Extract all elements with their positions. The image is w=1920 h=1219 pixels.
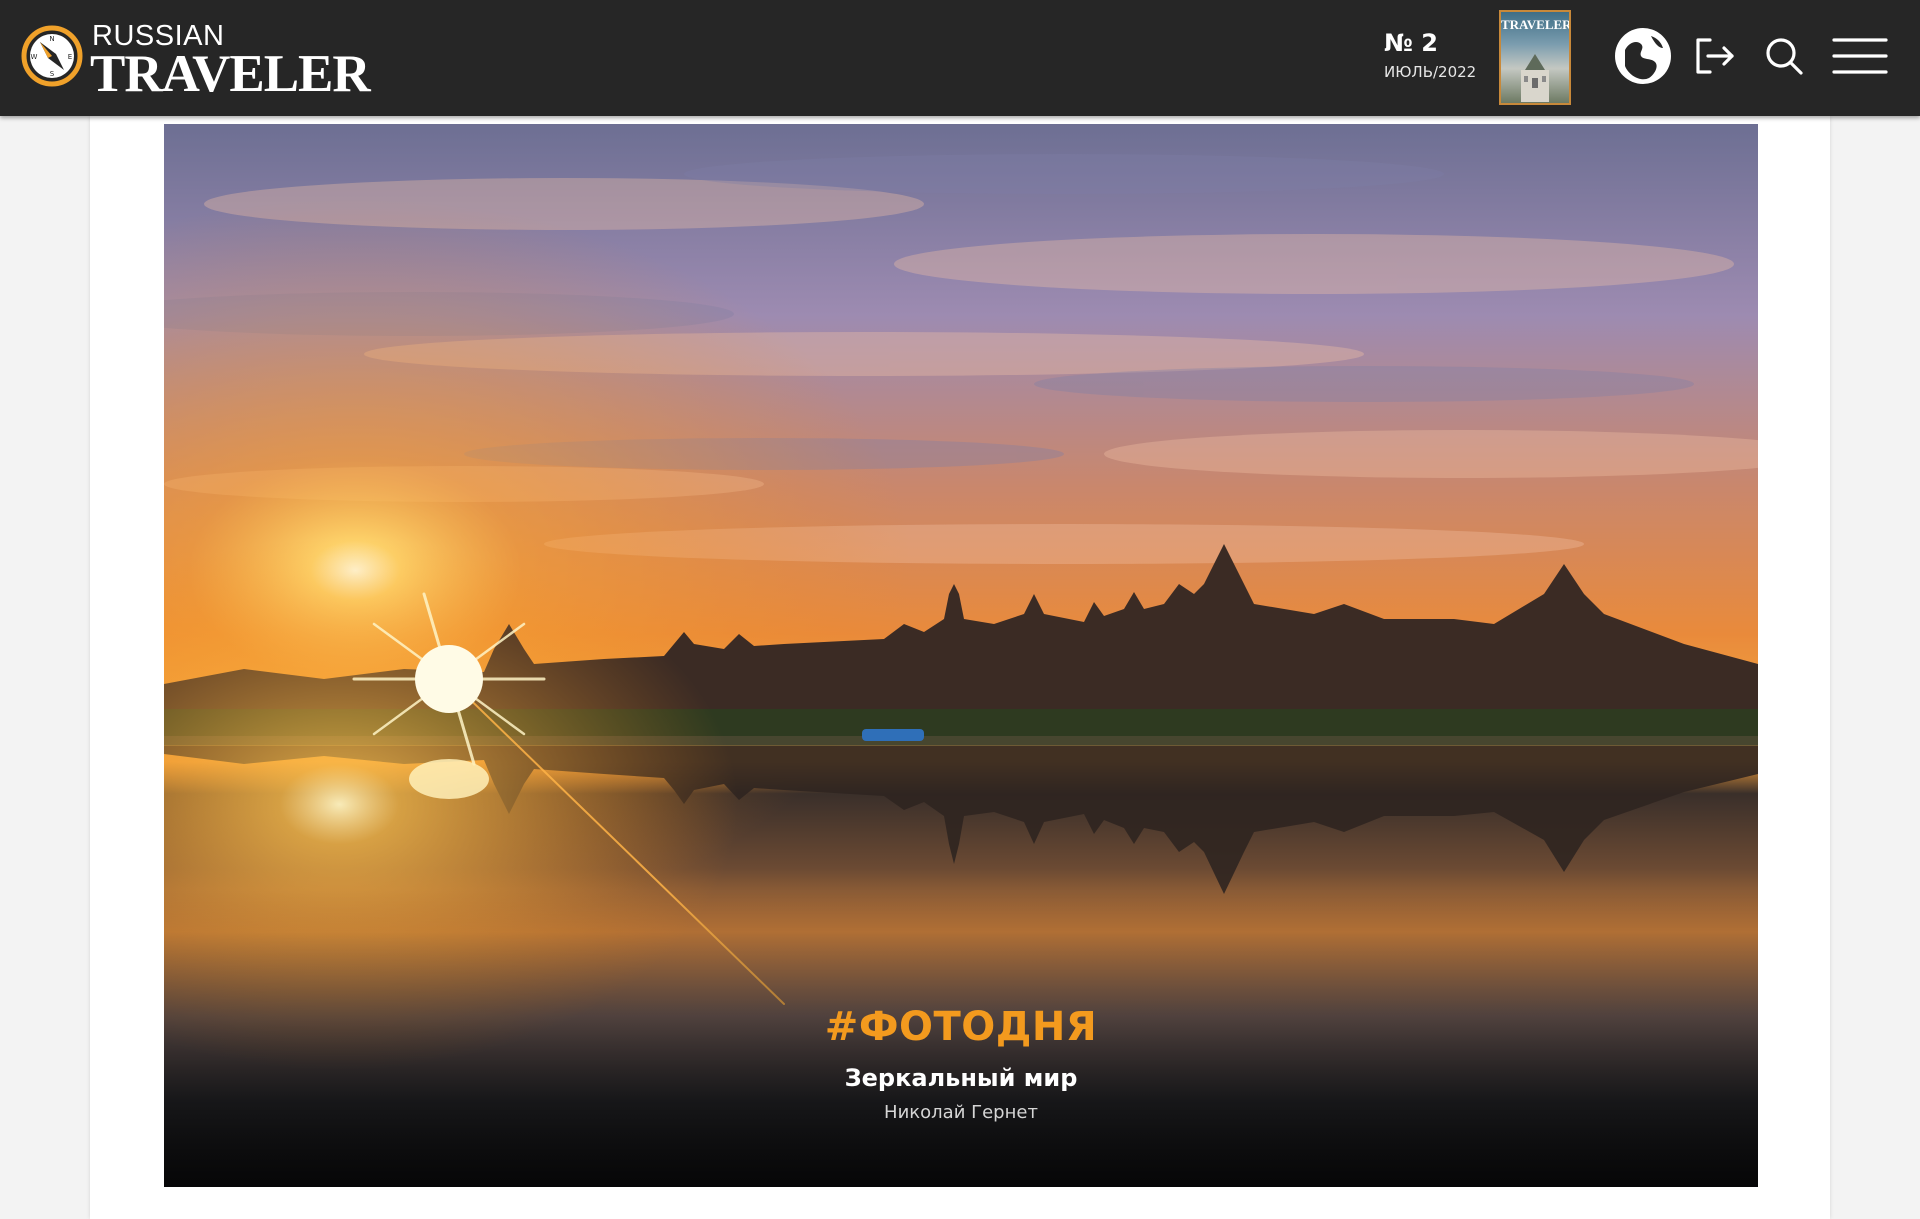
svg-text:E: E [68,53,72,61]
compass-logo-icon: N S W E [21,25,83,87]
cover-title: TRAVELER [1501,17,1571,32]
club-globe-icon[interactable] [1611,24,1675,88]
hamburger-menu-icon[interactable] [1826,24,1890,88]
svg-text:W: W [31,53,38,61]
page: N S W E RUSSIAN TRAVELER № 2 ИЮЛЬ/2022 T… [0,0,1920,1219]
logo-text-traveler: TRAVELER [90,45,371,103]
current-issue[interactable]: № 2 ИЮЛЬ/2022 [1384,28,1494,82]
svg-text:N: N [49,35,54,43]
photo-author: Николай Гернет [884,1102,1038,1123]
login-icon[interactable] [1682,24,1746,88]
photo-of-the-day-banner[interactable]: #ФОТОДНЯ Зеркальный мир Николай Гернет [164,124,1758,1187]
issue-number: № 2 [1384,29,1438,57]
cover-church-image [1521,54,1549,102]
search-icon[interactable] [1752,24,1816,88]
svg-text:S: S [50,70,55,78]
hero-caption: #ФОТОДНЯ Зеркальный мир Николай Гернет [164,1002,1758,1126]
issue-date: ИЮЛЬ/2022 [1384,63,1477,81]
site-logo[interactable]: N S W E RUSSIAN TRAVELER [20,20,371,102]
issue-cover-thumbnail[interactable]: TRAVELER [1499,10,1571,105]
photo-of-the-day-tag: #ФОТОДНЯ [824,1004,1098,1050]
site-header: N S W E RUSSIAN TRAVELER № 2 ИЮЛЬ/2022 T… [0,0,1920,116]
photo-title: Зеркальный мир [844,1064,1078,1092]
